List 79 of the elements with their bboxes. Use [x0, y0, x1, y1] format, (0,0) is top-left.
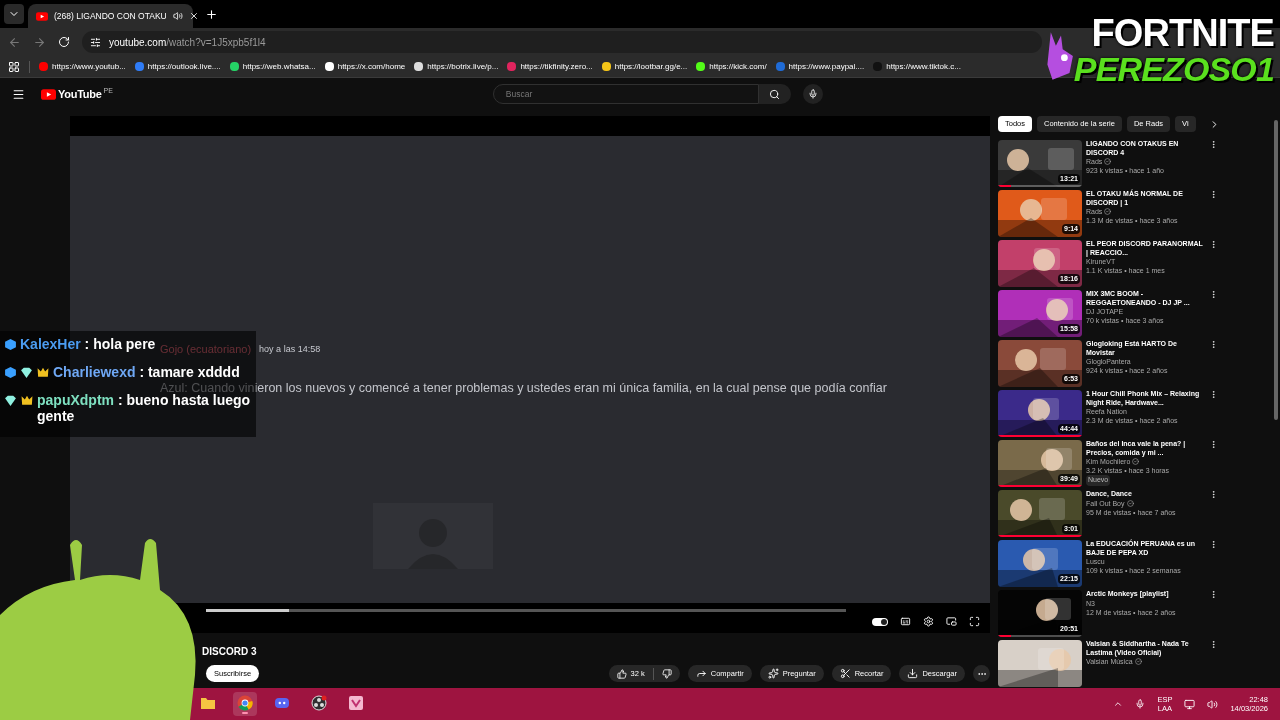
- verified-icon: [1104, 208, 1112, 215]
- subtitles-button[interactable]: [900, 616, 911, 627]
- chrome-icon: [237, 694, 253, 711]
- fullscreen-button[interactable]: [969, 616, 980, 627]
- verified-icon: [1104, 158, 1112, 165]
- more-options-button[interactable]: [1209, 290, 1218, 299]
- verified-icon: [1126, 499, 1134, 507]
- overlay-logo: FORTNITE PEREZOSO1: [1043, 14, 1274, 86]
- more-options-button[interactable]: [1209, 540, 1218, 549]
- more-options-button[interactable]: [1209, 190, 1218, 199]
- more-options-button[interactable]: [1209, 340, 1218, 349]
- chat-message: Charliewexd : tamare xdddd: [53, 364, 240, 380]
- more-button[interactable]: [973, 665, 990, 682]
- chat-message: papuXdptm : bueno hasta luego gente: [37, 392, 252, 424]
- bookmark[interactable]: https://tikfinity.zero...: [507, 60, 593, 73]
- bookmark[interactable]: https://botrix.live/p...: [414, 60, 499, 73]
- miniplayer-button[interactable]: [946, 616, 957, 627]
- dislike-button[interactable]: [661, 668, 672, 679]
- share-icon: [695, 668, 707, 679]
- taskbar-app[interactable]: [233, 692, 257, 716]
- network-icon: [1184, 698, 1196, 710]
- scissors-icon: [839, 668, 851, 679]
- author-name: Gojo (ecuatoriano): [160, 343, 252, 357]
- chat-message: KalexHer : hola pere: [20, 336, 156, 352]
- timestamp: hoy a las 14:58: [259, 343, 321, 356]
- cube-icon: [4, 365, 17, 379]
- site-info-icon: [90, 36, 101, 48]
- thumbs-up-icon: [616, 668, 627, 679]
- apps-button[interactable]: [8, 60, 20, 73]
- diamond-icon: [4, 393, 17, 407]
- forward-button[interactable]: [33, 35, 46, 49]
- download-icon: [907, 668, 919, 679]
- youtube-icon: [36, 11, 48, 21]
- search-field[interactable]: Buscar: [492, 84, 759, 104]
- volume-icon: [1207, 698, 1219, 710]
- bookmark[interactable]: https://kick.com/: [696, 60, 767, 73]
- bookmark[interactable]: https://outlook.live....: [134, 60, 221, 73]
- obs-icon: [311, 694, 327, 711]
- cube-icon: [4, 337, 17, 351]
- more-options-button[interactable]: [1209, 490, 1218, 499]
- bookmark[interactable]: https://x.com/home: [324, 60, 406, 73]
- tray-button[interactable]: [1113, 699, 1124, 709]
- microphone-icon: [807, 89, 818, 99]
- search-icon: [769, 88, 781, 100]
- tab-list-button[interactable]: [4, 4, 24, 24]
- more-options-button[interactable]: [1209, 140, 1218, 149]
- video-title: DISCORD 3: [202, 646, 257, 657]
- bookmark[interactable]: https://www.tiktok.c...: [873, 60, 961, 73]
- verified-icon: [1132, 458, 1140, 465]
- address-bar[interactable]: youtube.com/watch?v=1J5xpb5f1l4: [82, 31, 1042, 53]
- search-button[interactable]: [758, 84, 791, 104]
- microphone-icon: [1135, 699, 1146, 709]
- bookmark[interactable]: https://www.paypal....: [775, 60, 865, 73]
- verified-icon: [1134, 658, 1142, 665]
- close-tab-button[interactable]: [188, 11, 199, 21]
- crown-icon: [20, 393, 34, 407]
- bookmark[interactable]: https://www.youtub...: [39, 60, 126, 73]
- more-options-button[interactable]: [1209, 640, 1218, 649]
- url-text: youtube.com/watch?v=1J5xpb5f1l4: [109, 35, 266, 50]
- tab-title: (268) LIGANDO CON OTAKU: [54, 9, 167, 23]
- more-options-button[interactable]: [1209, 440, 1218, 449]
- sparkle-icon: [767, 668, 779, 679]
- speaker-icon: [172, 11, 183, 21]
- reload-button[interactable]: [58, 36, 70, 48]
- crown-icon: [36, 365, 50, 379]
- diamond-icon: [20, 365, 33, 379]
- autoplay-toggle[interactable]: [872, 617, 888, 626]
- app-icon: [348, 694, 364, 711]
- back-button[interactable]: [8, 35, 21, 49]
- more-options-button[interactable]: [1209, 240, 1218, 249]
- new-tab-button[interactable]: [205, 7, 218, 21]
- more-options-button[interactable]: [1209, 390, 1218, 399]
- bookmark[interactable]: https://lootbar.gg/e...: [601, 60, 688, 73]
- settings-button[interactable]: [923, 616, 934, 627]
- more-options-button[interactable]: [1209, 590, 1218, 599]
- voice-search-button[interactable]: [802, 84, 823, 104]
- progress-bar[interactable]: [206, 609, 846, 612]
- bookmark[interactable]: https://web.whatsa...: [229, 60, 316, 73]
- menu-button[interactable]: [12, 87, 25, 101]
